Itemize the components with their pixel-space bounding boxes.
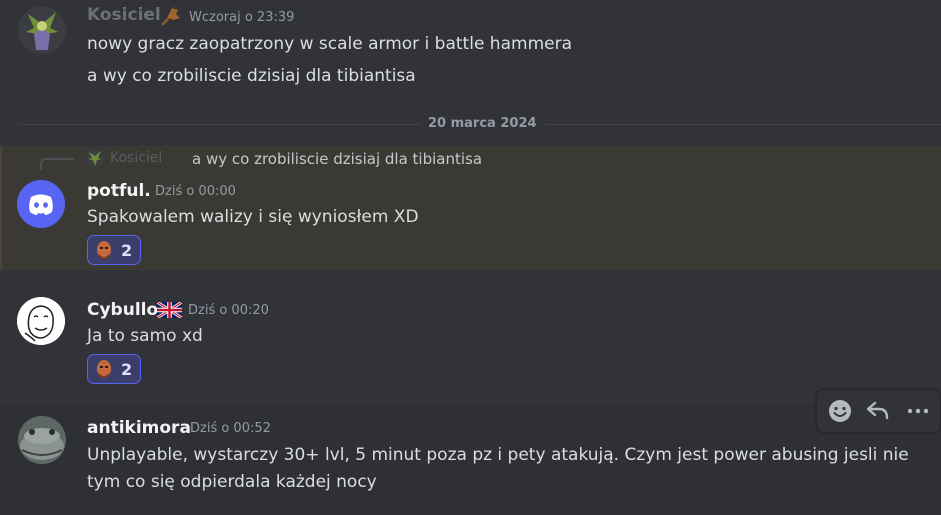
username-antikimora[interactable]: antikimora bbox=[87, 418, 191, 438]
avatar-antikimora[interactable] bbox=[18, 416, 66, 464]
reaction-button[interactable]: 2 bbox=[87, 354, 142, 384]
message-line: a wy co zrobiliscie dzisiaj dla tibianti… bbox=[87, 66, 416, 86]
highlight-bar bbox=[0, 146, 2, 270]
username-cybullo[interactable]: Cybullo bbox=[87, 300, 158, 320]
message-line: Unplayable, wystarczy 30+ lvl, 5 minut p… bbox=[87, 445, 909, 465]
reply-avatar[interactable] bbox=[86, 149, 104, 167]
reaction-count: 2 bbox=[121, 240, 133, 260]
reaction-button[interactable]: 2 bbox=[87, 235, 142, 265]
avatar-potful[interactable] bbox=[17, 180, 65, 228]
timestamp-antikimora: Dziś o 00:52 bbox=[190, 421, 271, 436]
add-reaction-button[interactable] bbox=[825, 396, 855, 426]
message-text: Ja to samo xd bbox=[87, 326, 203, 346]
more-icon bbox=[907, 408, 929, 414]
emoji-face-icon bbox=[97, 360, 111, 378]
more-options-button[interactable] bbox=[903, 396, 933, 426]
uk-flag-icon bbox=[156, 300, 183, 320]
message-line: tym co się odpierdala każdej nocy bbox=[87, 472, 377, 492]
reply-button[interactable] bbox=[863, 396, 893, 426]
date-divider-label: 20 marca 2024 bbox=[420, 116, 545, 131]
timestamp-cybullo: Dziś o 00:20 bbox=[188, 303, 269, 318]
timestamp-kosiciel: Wczoraj o 23:39 bbox=[189, 10, 295, 25]
reaction-count: 2 bbox=[121, 359, 133, 379]
emoji-face-icon bbox=[97, 241, 111, 259]
timestamp-potful: Dziś o 00:00 bbox=[155, 184, 236, 199]
message-text: Spakowalem walizy i się wyniosłem XD bbox=[87, 207, 419, 227]
smile-icon bbox=[829, 400, 851, 422]
role-icon bbox=[158, 4, 182, 28]
reply-username[interactable]: Kosiciel bbox=[110, 150, 162, 166]
message-actions-toolbar bbox=[816, 389, 941, 433]
message-line: nowy gracz zaopatrzony w scale armor i b… bbox=[87, 34, 572, 54]
username-potful[interactable]: potful. bbox=[87, 181, 151, 201]
avatar-kosiciel[interactable] bbox=[18, 6, 66, 54]
reply-spine bbox=[40, 158, 74, 170]
reply-text[interactable]: a wy co zrobiliscie dzisiaj dla tibianti… bbox=[192, 150, 482, 168]
avatar-cybullo[interactable] bbox=[17, 297, 65, 345]
username-kosiciel[interactable]: Kosiciel bbox=[87, 5, 161, 25]
reply-icon bbox=[866, 401, 889, 420]
